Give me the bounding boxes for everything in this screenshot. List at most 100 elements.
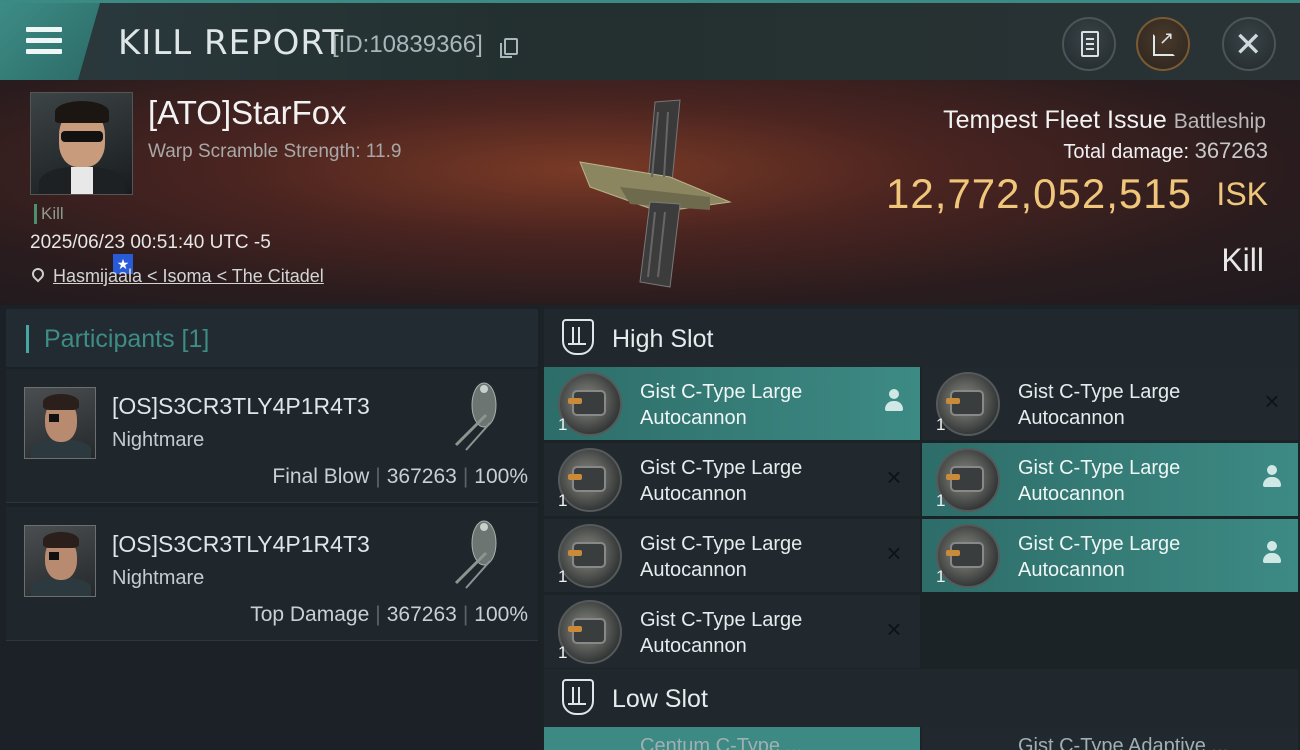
module-quantity: 1: [558, 567, 568, 586]
module-item[interactable]: 1 Gist C-Type Large Autocannon: [922, 443, 1298, 516]
autocannon-icon: [558, 524, 622, 588]
avatar-body: [31, 578, 91, 596]
participants-title: Participants [1]: [44, 325, 210, 353]
avatar-hair: [43, 394, 79, 410]
eyepatch-icon: [49, 414, 59, 422]
participant-ship-image: [454, 382, 497, 451]
module-item[interactable]: 1 Gist C-Type Large Autocannon: [544, 367, 920, 440]
stats-separator: |: [462, 603, 469, 626]
module-quantity: 1: [936, 415, 946, 434]
participant-name: [OS]S3CR3TLY4P1R4T3: [112, 393, 370, 419]
participant-role: Final Blow: [272, 465, 370, 488]
person-icon: [882, 387, 906, 415]
participant-percent: 100%: [474, 603, 528, 626]
autocannon-icon: [936, 524, 1000, 588]
module-name: Gist C-Type Large Autocannon: [640, 607, 870, 659]
avatar-hair: [55, 101, 109, 123]
person-icon-glyph: [1262, 541, 1282, 565]
participant-stats: Top Damage | 367263 | 100%: [250, 603, 528, 627]
participant-damage: 367263: [386, 465, 457, 488]
eyepatch-icon: [49, 552, 59, 560]
module-name-line2: Autocannon: [640, 559, 747, 581]
destroyed-x-icon: ×: [886, 538, 902, 568]
ship-class: Battleship: [1173, 110, 1266, 133]
stats-separator: |: [375, 465, 381, 488]
participant-ship: Nightmare: [112, 567, 205, 589]
module-name-line1: Gist C-Type Large: [640, 609, 803, 631]
module-name-line1: Gist C-Type Large: [1018, 381, 1181, 403]
module-item[interactable]: 1 Gist C-Type Large Autocannon ×: [922, 367, 1298, 440]
kill-tag: Kill: [34, 204, 64, 224]
participants-panel: Participants [1] [OS]S3CR3TLY4P1R4T3 Nig…: [0, 305, 540, 750]
person-icon: [1260, 539, 1284, 567]
module-name-line1: Gist C-Type Large: [1018, 457, 1181, 479]
module-quantity: 1: [558, 415, 568, 434]
destroyed-x-icon: ×: [1264, 386, 1280, 416]
clipboard-icon: [1081, 31, 1099, 57]
location-link[interactable]: Hasmijaala < Isoma < The Citadel: [53, 266, 324, 287]
low-slot-header: Low Slot: [544, 669, 1298, 727]
participant-name: [OS]S3CR3TLY4P1R4T3: [112, 531, 370, 557]
high-slot-title: High Slot: [612, 325, 714, 353]
victim-ship-image[interactable]: [560, 92, 750, 292]
participant-avatar[interactable]: [24, 387, 96, 459]
low-slot-module[interactable]: Gist C-Type Adaptive ...: [922, 727, 1298, 750]
high-slot-icon: [562, 319, 594, 355]
stats-separator: |: [375, 603, 381, 626]
module-quantity: 1: [558, 643, 568, 662]
destroyed-x-icon: ×: [886, 462, 902, 492]
close-button[interactable]: ✕: [1222, 17, 1276, 71]
victim-pilot-name[interactable]: [ATO]StarFox: [148, 94, 347, 132]
isk-value: 12,772,052,515: [886, 170, 1192, 217]
header-accent-bar: [26, 325, 29, 353]
module-name-line2: Autocannon: [1018, 483, 1125, 505]
module-quantity: 1: [936, 567, 946, 586]
fitting-panel: High Slot 1 Gist C-Type Large Autocannon 1 G…: [540, 305, 1300, 750]
location-pin-icon: [29, 265, 47, 283]
participant-avatar[interactable]: [24, 525, 96, 597]
result-label: Kill: [1221, 242, 1264, 278]
participant-ship: Nightmare: [112, 429, 205, 451]
participant-ship-image: [454, 520, 497, 589]
close-icon: ✕: [1234, 26, 1263, 64]
module-name-line1: Gist C-Type Large: [640, 381, 803, 403]
participant-role: Top Damage: [250, 603, 370, 626]
header-bar: KILL REPORT [ID:10839366] ✕: [0, 0, 1300, 80]
clipboard-button[interactable]: [1062, 17, 1116, 71]
copy-icon[interactable]: [500, 38, 518, 58]
module-name: Gist C-Type Large Autocannon: [1018, 379, 1248, 431]
victim-ship-name[interactable]: Tempest Fleet Issue Battleship: [943, 106, 1266, 135]
participants-header: Participants [1]: [6, 309, 538, 367]
module-name: Gist C-Type Large Autocannon: [1018, 531, 1248, 583]
avatar-shirt: [71, 167, 93, 194]
avatar-body: [31, 440, 91, 458]
participant-damage: 367263: [386, 603, 457, 626]
avatar-glasses: [61, 131, 103, 142]
low-module-name: Centum C-Type ...: [640, 735, 803, 750]
low-slot-module[interactable]: Centum C-Type ...: [544, 727, 920, 750]
module-item[interactable]: 1 Gist C-Type Large Autocannon ×: [544, 443, 920, 516]
participant-card[interactable]: [OS]S3CR3TLY4P1R4T3 Nightmare Top Damage…: [6, 507, 538, 641]
menu-icon: [26, 27, 62, 32]
total-damage-value: 367263: [1194, 138, 1268, 163]
share-button[interactable]: [1136, 17, 1190, 71]
menu-button[interactable]: [0, 3, 100, 80]
participant-card[interactable]: [OS]S3CR3TLY4P1R4T3 Nightmare Final Blow…: [6, 369, 538, 503]
total-damage-label: Total damage:: [1063, 141, 1190, 163]
total-damage: Total damage: 367263: [1063, 138, 1268, 164]
victim-avatar[interactable]: [30, 92, 133, 195]
participant-percent: 100%: [474, 465, 528, 488]
person-icon-glyph: [884, 389, 904, 413]
module-item[interactable]: 1 Gist C-Type Large Autocannon ×: [544, 595, 920, 668]
warp-scramble-info: Warp Scramble Strength: 11.9: [148, 141, 402, 162]
module-name: Gist C-Type Large Autocannon: [640, 379, 870, 431]
module-name: Gist C-Type Large Autocannon: [640, 455, 870, 507]
module-item[interactable]: 1 Gist C-Type Large Autocannon: [922, 519, 1298, 592]
module-item[interactable]: 1 Gist C-Type Large Autocannon ×: [544, 519, 920, 592]
destroyed-x-icon: ×: [886, 614, 902, 644]
person-icon: [1260, 463, 1284, 491]
person-icon-glyph: [1262, 465, 1282, 489]
share-icon: [1153, 28, 1175, 56]
report-id: [ID:10839366]: [332, 31, 483, 58]
low-slot-icon: [562, 679, 594, 715]
